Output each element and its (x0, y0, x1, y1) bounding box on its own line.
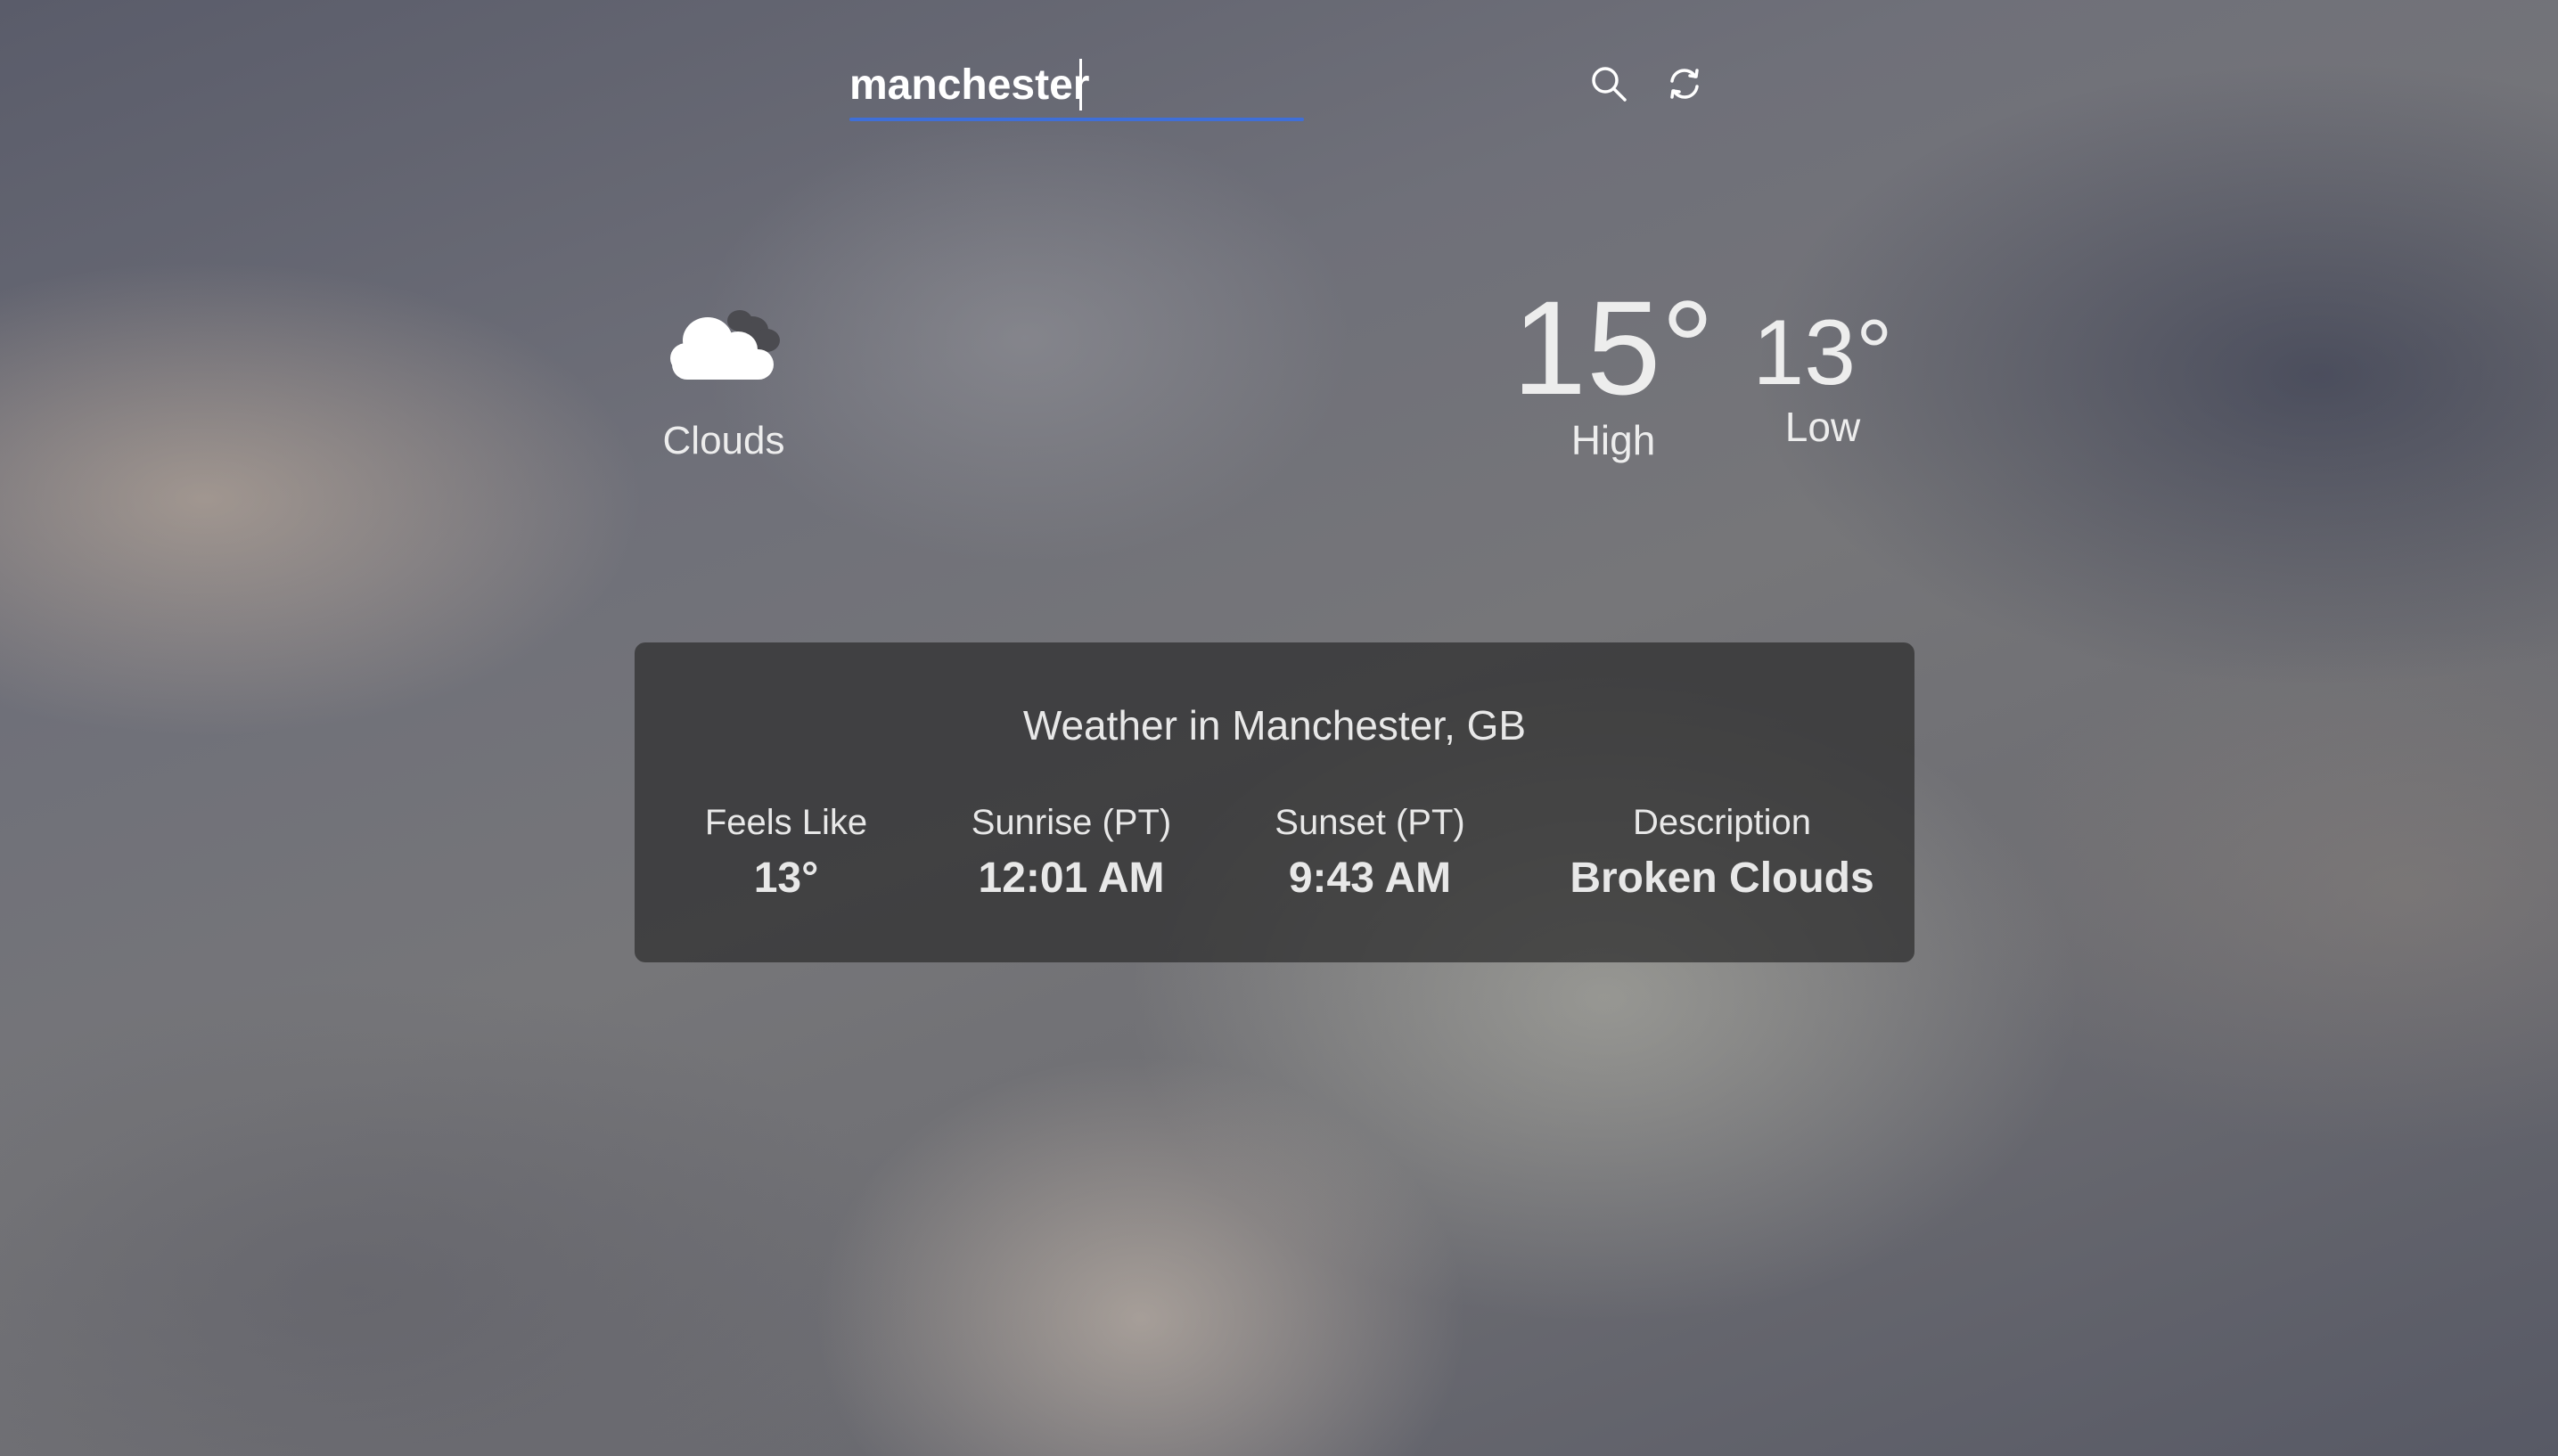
stat-sunset: Sunset (PT) 9:43 AM (1223, 803, 1517, 903)
search-icon (1592, 67, 1627, 102)
search-underline (849, 118, 1304, 121)
stat-label: Feels Like (704, 803, 868, 842)
temp-low-value: 13° (1752, 301, 1893, 405)
stat-value: 13° (753, 855, 819, 902)
refresh-icon (1670, 69, 1699, 99)
weather-details-panel: Weather in Manchester, GB Feels Like 13°… (635, 642, 1914, 962)
stat-label: Description (1632, 803, 1812, 842)
panel-title: Weather in Manchester, GB (1022, 702, 1527, 748)
stat-feels-like: Feels Like 13° (652, 803, 920, 903)
stat-value: 9:43 AM (1288, 855, 1452, 902)
condition-label: Clouds (662, 419, 785, 462)
weather-page: Clouds 15° High 13° Low Weather in Manch… (0, 0, 2558, 1456)
refresh-button[interactable] (1658, 57, 1711, 110)
stat-label: Sunset (PT) (1275, 803, 1465, 842)
temp-high-label: High (1570, 417, 1656, 463)
stat-sunrise: Sunrise (PT) 12:01 AM (938, 803, 1205, 903)
search-input[interactable] (849, 53, 1304, 116)
stat-description: Description Broken Clouds (1526, 803, 1918, 903)
search-bar (849, 53, 1304, 121)
cloud-icon (670, 310, 780, 380)
current-condition: Clouds (635, 294, 813, 463)
temp-high: 15° High (1506, 281, 1720, 464)
temp-low-label: Low (1784, 404, 1861, 450)
temp-low: 13° Low (1747, 303, 1898, 451)
stat-value: 12:01 AM (978, 855, 1165, 902)
stat-label: Sunrise (PT) (971, 803, 1172, 842)
temp-high-value: 15° (1512, 273, 1715, 422)
text-caret (1079, 59, 1082, 110)
search-button[interactable] (1582, 57, 1636, 110)
stat-value: Broken Clouds (1570, 855, 1874, 902)
